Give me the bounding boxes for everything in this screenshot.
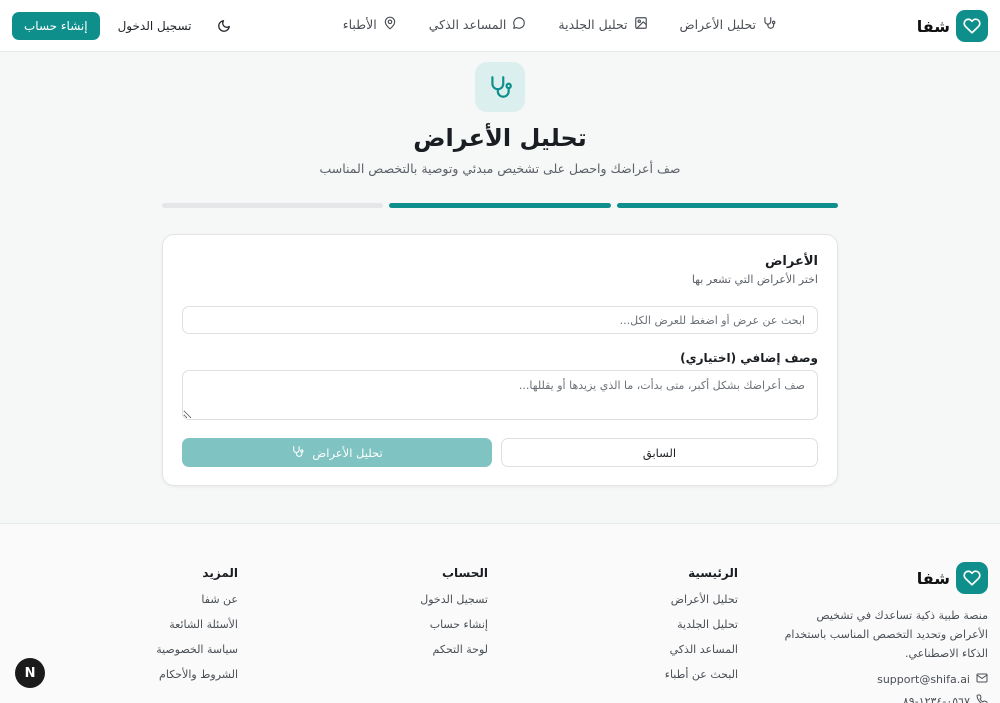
footer-brand-name: شفا xyxy=(916,568,950,588)
nav-link-label: تحليل الأعراض xyxy=(679,17,756,32)
symptom-search-input[interactable] xyxy=(182,306,818,334)
footer-phone[interactable]: ٠٥٦٧-١٢٣٤-٨٩ xyxy=(903,694,988,703)
analyze-label: تحليل الأعراض xyxy=(312,445,383,460)
footer-email[interactable]: support@shifa.ai xyxy=(877,672,988,687)
footer-link[interactable]: إنشاء حساب xyxy=(420,619,488,645)
stethoscope-icon xyxy=(762,16,776,33)
footer-link[interactable]: عن شفا xyxy=(156,594,238,620)
footer-col-more: المزيد عن شفا الأسئلة الشائعة سياسة الخصوصي… xyxy=(156,566,238,695)
footer-link[interactable]: البحث عن أطباء xyxy=(665,669,738,695)
footer-col-account: الحساب تسجيل الدخول إنشاء حساب لوحة التحكم xyxy=(420,566,488,670)
footer-col-title: الرئيسية xyxy=(688,566,738,580)
stethoscope-icon xyxy=(475,62,525,112)
top-navbar: شفا تحليل الأعراض تحليل الجلدية المساعد … xyxy=(0,0,1000,52)
heart-icon xyxy=(956,562,988,594)
brand-name: شفا xyxy=(916,16,950,36)
nav-link-symptoms[interactable]: تحليل الأعراض xyxy=(680,16,776,33)
map-pin-icon xyxy=(383,16,397,33)
mail-icon xyxy=(976,672,988,687)
description-label: وصف إضافي (اختياري) xyxy=(680,351,818,365)
footer-link[interactable]: سياسة الخصوصية xyxy=(156,644,238,670)
section-hint: اختر الأعراض التي تشعر بها xyxy=(691,273,818,286)
footer-link[interactable]: تحليل الأعراض xyxy=(665,594,738,620)
footer-description: منصة طبية ذكية تساعدك في تشخيص الأعراض و… xyxy=(784,609,988,660)
email-text: support@shifa.ai xyxy=(877,673,970,686)
footer-col-title: الحساب xyxy=(441,566,488,580)
signup-button[interactable]: إنشاء حساب xyxy=(12,12,100,40)
symptoms-card: الأعراض اختر الأعراض التي تشعر بها وصف إ… xyxy=(162,234,838,486)
login-button[interactable]: تسجيل الدخول xyxy=(118,19,192,33)
nav-actions: تسجيل الدخول إنشاء حساب xyxy=(12,12,232,40)
progress-step xyxy=(162,203,384,208)
footer-brand[interactable]: شفا xyxy=(917,562,988,594)
section-title: الأعراض xyxy=(764,254,818,269)
analyze-symptoms-button[interactable]: تحليل الأعراض xyxy=(182,438,492,467)
moon-icon[interactable] xyxy=(216,18,232,34)
footer: شفا منصة طبية ذكية تساعدك في تشخيص الأعر… xyxy=(0,523,1000,703)
footer-link[interactable]: المساعد الذكي xyxy=(665,644,738,670)
dev-badge[interactable]: N xyxy=(15,658,45,688)
previous-button[interactable]: السابق xyxy=(501,438,818,467)
footer-col-title: المزيد xyxy=(202,566,238,580)
chat-icon xyxy=(512,16,526,33)
stethoscope-icon xyxy=(291,445,304,461)
footer-col-main: الرئيسية تحليل الأعراض تحليل الجلدية المساع… xyxy=(665,566,738,695)
nav-link-label: تحليل الجلدية xyxy=(558,17,628,32)
heart-icon xyxy=(956,10,988,42)
footer-link[interactable]: الشروط والأحكام xyxy=(156,669,238,695)
brand[interactable]: شفا xyxy=(917,10,988,42)
footer-link[interactable]: تسجيل الدخول xyxy=(420,594,488,620)
progress-step xyxy=(389,203,611,208)
nav-link-assistant[interactable]: المساعد الذكي xyxy=(429,16,527,33)
page-title: تحليل الأعراض xyxy=(413,124,587,152)
nav-link-label: المساعد الذكي xyxy=(428,17,507,32)
image-icon xyxy=(634,16,648,33)
phone-icon xyxy=(976,694,988,703)
description-textarea[interactable] xyxy=(182,370,818,420)
nav-link-label: الأطباء xyxy=(342,17,377,32)
nav-link-doctors[interactable]: الأطباء xyxy=(343,16,397,33)
step-progress xyxy=(162,203,838,209)
main-nav: تحليل الأعراض تحليل الجلدية المساعد الذك… xyxy=(343,16,776,33)
page-subtitle: صف أعراضك واحصل على تشخيص مبدئي وتوصية ب… xyxy=(319,161,681,176)
progress-step xyxy=(616,203,838,208)
nav-link-skin[interactable]: تحليل الجلدية xyxy=(558,16,647,33)
footer-link[interactable]: تحليل الجلدية xyxy=(665,619,738,645)
footer-link[interactable]: لوحة التحكم xyxy=(420,644,488,670)
phone-text: ٠٥٦٧-١٢٣٤-٨٩ xyxy=(902,695,970,703)
footer-link[interactable]: الأسئلة الشائعة xyxy=(156,619,238,645)
